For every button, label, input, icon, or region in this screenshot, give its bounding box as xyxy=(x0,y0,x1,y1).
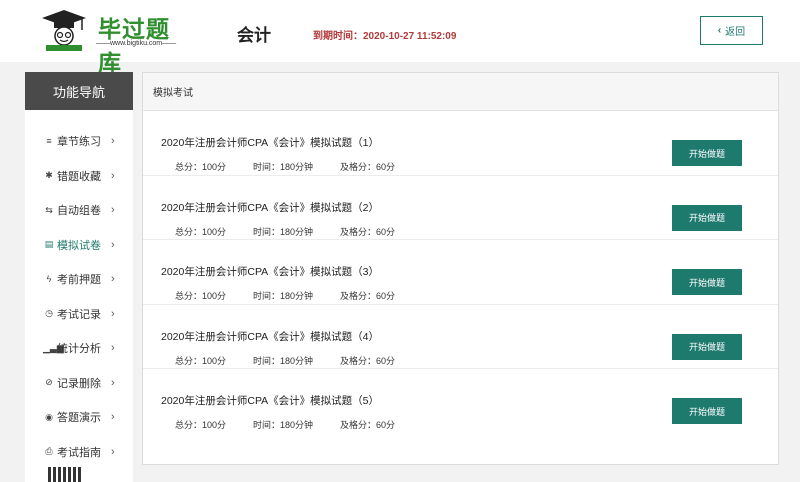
chevron-right-icon: › xyxy=(111,445,115,458)
exam-title: 2020年注册会计师CPA《会计》模拟试题（5） xyxy=(161,395,380,407)
exam-row: 2020年注册会计师CPA《会计》模拟试题（5） 总分：100分 时间：180分钟 及… xyxy=(143,369,778,434)
exam-list: 2020年注册会计师CPA《会计》模拟试题（1） 总分：100分 时间：180分钟及… xyxy=(143,111,778,434)
sidebar-item-label: 错题收藏 xyxy=(57,170,101,183)
globe-icon: ◉ xyxy=(45,411,53,422)
back-button[interactable]: ‹ 返回 xyxy=(700,16,763,45)
sidebar-item-label: 章节练习 xyxy=(57,136,101,149)
chevron-right-icon: › xyxy=(111,169,115,182)
chevron-left-icon: ‹ xyxy=(717,25,722,36)
exam-row: 2020年注册会计师CPA《会计》模拟试题（2） 总分：100分 时间：180分钟 及… xyxy=(143,176,778,240)
retweet-icon: ⇆ xyxy=(45,204,53,215)
start-exam-button[interactable]: 开始做题 xyxy=(672,398,742,424)
exam-title: 2020年注册会计师CPA《会计》模拟试题（2） xyxy=(161,201,380,214)
chevron-right-icon: › xyxy=(111,376,115,389)
clock-icon: ◷ xyxy=(45,308,53,319)
sidebar-item-label: 考试指南 xyxy=(57,446,101,459)
exam-pass-score: 及格分：60分 xyxy=(340,355,396,366)
start-exam-button[interactable]: 开始做题 xyxy=(672,204,742,231)
list-icon: ≡ xyxy=(46,136,52,147)
document-icon: ▤ xyxy=(44,239,54,250)
exam-total-score: 总分：100分 xyxy=(175,162,227,172)
start-exam-button[interactable]: 开始做题 xyxy=(672,269,742,295)
sidebar-item-label: 模拟试卷 xyxy=(57,239,101,252)
expire-time: 到期时间：2020-10-27 11:52:09 xyxy=(313,27,456,42)
sidebar-item[interactable]: ≡ 章节练习 › xyxy=(25,124,133,159)
sidebar-item-label: 考试记录 xyxy=(57,308,101,321)
expire-value: 2020-10-27 11:52:09 xyxy=(363,31,457,42)
exam-row: 2020年注册会计师CPA《会计》模拟试题（1） 总分：100分 时间：180分钟 及… xyxy=(143,111,778,176)
exam-total-score: 总分：100分 xyxy=(175,226,227,237)
sidebar-item[interactable]: ⇆ 自动组卷 › xyxy=(25,193,133,228)
chevron-right-icon: › xyxy=(111,204,115,217)
chevron-right-icon: › xyxy=(111,307,115,320)
exam-title: 2020年注册会计师CPA《会计》模拟试题（4） xyxy=(161,330,380,343)
top-header: 毕过题库 ——www.bigtiku.com—— 会计 到期时间：2020-10… xyxy=(0,0,800,77)
exam-row: 2020年注册会计师CPA《会计》模拟试题（4） 总分：100分 时间：180分钟 及… xyxy=(143,305,778,369)
sidebar-item[interactable]: ⊘ 记录删除 › xyxy=(25,366,133,401)
logo-url: ——www.bigtiku.com—— xyxy=(96,40,177,47)
sidebar-item[interactable]: ◉ 答题演示 › xyxy=(25,400,133,435)
chevron-right-icon: › xyxy=(111,273,115,286)
exam-duration: 时间：180分钟 xyxy=(253,291,314,301)
exam-duration: 时间：180分钟 xyxy=(253,162,314,172)
graduate-cap-icon xyxy=(42,10,86,51)
site-logo[interactable]: 毕过题库 ——www.bigtiku.com—— xyxy=(38,6,188,77)
exam-pass-score: 及格分：60分 xyxy=(340,226,396,237)
panel-title: 模拟考试 xyxy=(143,73,778,111)
start-exam-button[interactable]: 开始做题 xyxy=(672,140,742,166)
start-exam-button[interactable]: 开始做题 xyxy=(672,333,742,360)
chevron-right-icon: › xyxy=(111,342,115,355)
ban-icon: ⊘ xyxy=(45,377,53,388)
exam-duration: 时间：180分钟 xyxy=(253,420,314,430)
main-panel: 模拟考试 2020年注册会计师CPA《会计》模拟试题（1） 总分：100分 时间：1… xyxy=(142,72,779,465)
sidebar-item-label: 答题演示 xyxy=(57,412,101,425)
sidebar-item[interactable]: ϟ 考前押题 › xyxy=(25,262,133,297)
exam-total-score: 总分：100分 xyxy=(175,420,227,430)
exam-pass-score: 及格分：60分 xyxy=(340,162,396,172)
sidebar-item-label: 统计分析 xyxy=(57,343,101,356)
sidebar-item-label: 考前押题 xyxy=(57,274,101,287)
exam-pass-score: 及格分：60分 xyxy=(340,420,396,430)
exam-title: 2020年注册会计师CPA《会计》模拟试题（3） xyxy=(161,266,380,278)
bolt-icon: ϟ xyxy=(46,274,52,285)
exam-total-score: 总分：100分 xyxy=(175,291,227,301)
print-icon: ⎙ xyxy=(45,446,53,457)
exam-title: 2020年注册会计师CPA《会计》模拟试题（1） xyxy=(161,137,380,149)
expire-label: 到期时间： xyxy=(313,31,363,42)
bar-chart-icon: ▁▃▆ xyxy=(43,342,64,353)
chevron-right-icon: › xyxy=(111,238,115,251)
sidebar-item-label: 自动组卷 xyxy=(57,205,101,218)
chevron-right-icon: › xyxy=(111,411,115,424)
exam-total-score: 总分：100分 xyxy=(175,355,227,366)
exam-row: 2020年注册会计师CPA《会计》模拟试题（3） 总分：100分 时间：180分钟 及… xyxy=(143,240,778,305)
sidebar-item[interactable]: ⎙ 考试指南 › xyxy=(25,435,133,470)
sidebar-item[interactable]: ▁▃▆ 统计分析 › xyxy=(25,331,133,366)
sidebar-item[interactable]: ▤ 模拟试卷 › xyxy=(25,228,133,263)
sidebar-item[interactable]: ✱ 错题收藏 › xyxy=(25,159,133,194)
exam-pass-score: 及格分：60分 xyxy=(340,291,396,301)
sidebar: 功能导航 ≡ 章节练习 › ✱ 错题收藏 › ⇆ 自动组卷 › ▤ 模拟试卷 › ϟ 考前押题 › ◷ 考试记录… xyxy=(25,72,133,482)
chevron-right-icon: › xyxy=(111,135,115,148)
back-button-label: 返回 xyxy=(725,27,746,38)
sidebar-item-label: 记录删除 xyxy=(57,377,101,390)
subject-title: 会计 xyxy=(237,26,271,45)
sidebar-nav: ≡ 章节练习 › ✱ 错题收藏 › ⇆ 自动组卷 › ▤ 模拟试卷 › ϟ 考前押题 › ◷ 考试记录 › ▁▃▆ 统… xyxy=(25,124,133,469)
exam-duration: 时间：180分钟 xyxy=(253,226,314,237)
sidebar-item[interactable]: ◷ 考试记录 › xyxy=(25,297,133,332)
exam-duration: 时间：180分钟 xyxy=(253,355,314,366)
qr-code-image xyxy=(48,467,82,482)
asterisk-icon: ✱ xyxy=(45,170,53,181)
sidebar-title: 功能导航 xyxy=(25,72,133,110)
